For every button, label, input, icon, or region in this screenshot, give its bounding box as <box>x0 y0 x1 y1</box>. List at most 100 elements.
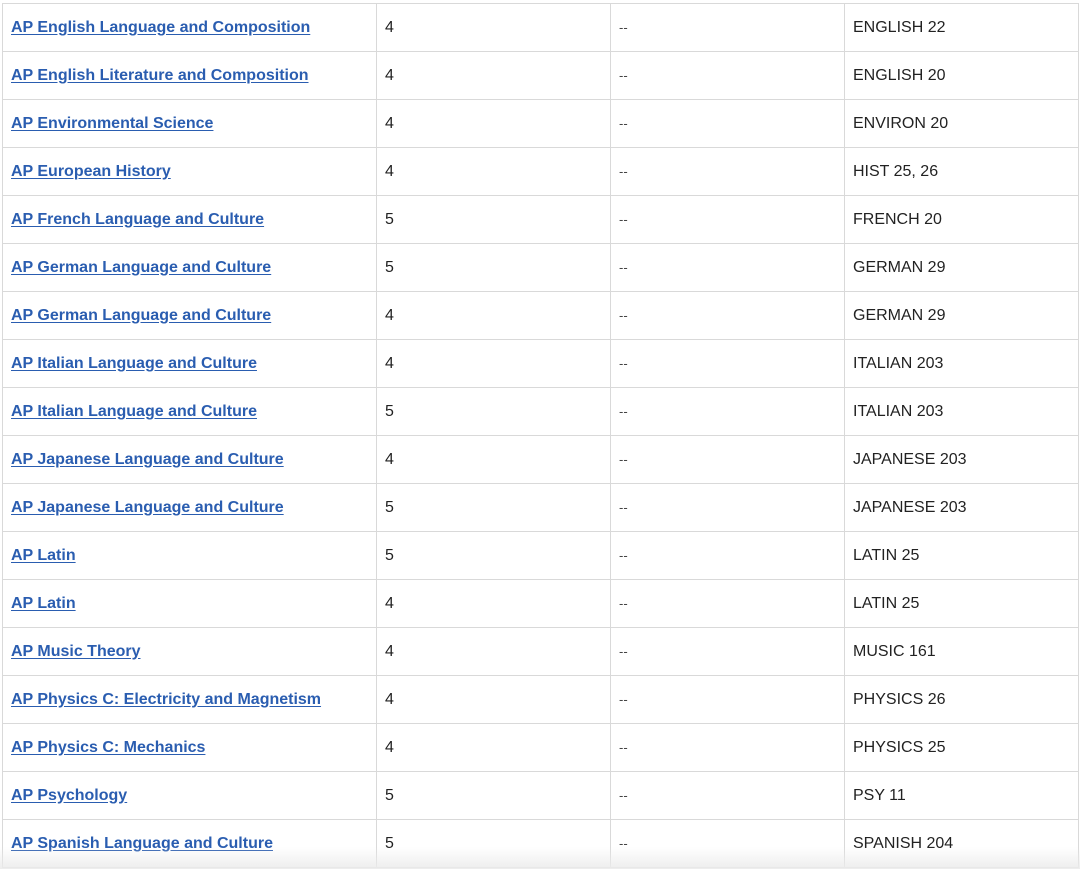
table-row: AP Physics C: Mechanics 4 -- PHYSICS 25 <box>2 723 1079 772</box>
course-equivalent-cell: ITALIAN 203 <box>844 339 1079 388</box>
units-cell: -- <box>610 339 845 388</box>
exam-link[interactable]: AP Physics C: Mechanics <box>11 739 205 756</box>
course-equivalent-cell: HIST 25, 26 <box>844 147 1079 196</box>
units-cell: -- <box>610 435 845 484</box>
exam-cell: AP German Language and Culture <box>2 243 377 292</box>
exam-link[interactable]: AP German Language and Culture <box>11 307 271 324</box>
table-row: AP Latin 5 -- LATIN 25 <box>2 531 1079 580</box>
exam-link[interactable]: AP Physics C: Electricity and Magnetism <box>11 691 321 708</box>
exam-cell: AP Spanish Language and Culture <box>2 819 377 868</box>
exam-link[interactable]: AP Italian Language and Culture <box>11 355 257 372</box>
table-row: AP French Language and Culture 5 -- FRENCH … <box>2 195 1079 244</box>
exam-cell: AP Italian Language and Culture <box>2 339 377 388</box>
course-equivalent-cell: ENGLISH 22 <box>844 3 1079 52</box>
course-equivalent-cell: LATIN 25 <box>844 531 1079 580</box>
exam-link[interactable]: AP Latin <box>11 595 76 612</box>
exam-link[interactable]: AP Italian Language and Culture <box>11 403 257 420</box>
exam-cell: AP Psychology <box>2 771 377 820</box>
units-cell: -- <box>610 3 845 52</box>
exam-link[interactable]: AP Japanese Language and Culture <box>11 451 284 468</box>
units-cell: -- <box>610 675 845 724</box>
units-cell: -- <box>610 291 845 340</box>
course-equivalent-cell: FRENCH 20 <box>844 195 1079 244</box>
exam-cell: AP French Language and Culture <box>2 195 377 244</box>
exam-cell: AP European History <box>2 147 377 196</box>
score-cell: 5 <box>376 195 611 244</box>
ap-credit-table-container: AP English Language and Composition 4 -- EN… <box>0 0 1080 869</box>
exam-cell: AP Physics C: Mechanics <box>2 723 377 772</box>
exam-cell: AP Italian Language and Culture <box>2 387 377 436</box>
exam-link[interactable]: AP European History <box>11 163 171 180</box>
score-cell: 4 <box>376 147 611 196</box>
course-equivalent-cell: GERMAN 29 <box>844 243 1079 292</box>
exam-link[interactable]: AP Environmental Science <box>11 115 213 132</box>
score-cell: 5 <box>376 483 611 532</box>
course-equivalent-cell: PHYSICS 26 <box>844 675 1079 724</box>
exam-cell: AP Japanese Language and Culture <box>2 483 377 532</box>
exam-link[interactable]: AP Spanish Language and Culture <box>11 835 273 852</box>
table-row: AP Latin 4 -- LATIN 25 <box>2 579 1079 628</box>
table-row: AP Japanese Language and Culture 4 -- JAPAN… <box>2 435 1079 484</box>
exam-cell: AP Japanese Language and Culture <box>2 435 377 484</box>
exam-link[interactable]: AP French Language and Culture <box>11 211 264 228</box>
score-cell: 4 <box>376 723 611 772</box>
exam-link[interactable]: AP Psychology <box>11 787 127 804</box>
course-equivalent-cell: LATIN 25 <box>844 579 1079 628</box>
score-cell: 4 <box>376 339 611 388</box>
score-cell: 5 <box>376 819 611 868</box>
exam-link[interactable]: AP Music Theory <box>11 643 141 660</box>
units-cell: -- <box>610 51 845 100</box>
exam-cell: AP Music Theory <box>2 627 377 676</box>
score-cell: 4 <box>376 435 611 484</box>
exam-cell: AP Latin <box>2 531 377 580</box>
score-cell: 4 <box>376 99 611 148</box>
table-row: AP Physics C: Electricity and Magnetism 4… <box>2 675 1079 724</box>
exam-cell: AP Latin <box>2 579 377 628</box>
table-row: AP European History 4 -- HIST 25, 26 <box>2 147 1079 196</box>
course-equivalent-cell: MUSIC 161 <box>844 627 1079 676</box>
score-cell: 4 <box>376 627 611 676</box>
score-cell: 4 <box>376 579 611 628</box>
score-cell: 5 <box>376 243 611 292</box>
units-cell: -- <box>610 99 845 148</box>
units-cell: -- <box>610 771 845 820</box>
exam-link[interactable]: AP English Language and Composition <box>11 19 310 36</box>
score-cell: 4 <box>376 291 611 340</box>
table-row: AP Italian Language and Culture 5 -- ITALIA… <box>2 387 1079 436</box>
units-cell: -- <box>610 483 845 532</box>
course-equivalent-cell: SPANISH 204 <box>844 819 1079 868</box>
exam-cell: AP English Literature and Composition <box>2 51 377 100</box>
exam-link[interactable]: AP Latin <box>11 547 76 564</box>
units-cell: -- <box>610 579 845 628</box>
units-cell: -- <box>610 387 845 436</box>
course-equivalent-cell: JAPANESE 203 <box>844 483 1079 532</box>
course-equivalent-cell: ENVIRON 20 <box>844 99 1079 148</box>
score-cell: 4 <box>376 51 611 100</box>
units-cell: -- <box>610 819 845 868</box>
exam-link[interactable]: AP Japanese Language and Culture <box>11 499 284 516</box>
score-cell: 5 <box>376 387 611 436</box>
table-row: AP Music Theory 4 -- MUSIC 161 <box>2 627 1079 676</box>
course-equivalent-cell: PSY 11 <box>844 771 1079 820</box>
units-cell: -- <box>610 627 845 676</box>
exam-cell: AP Physics C: Electricity and Magnetism <box>2 675 377 724</box>
table-row: AP Italian Language and Culture 4 -- ITALIA… <box>2 339 1079 388</box>
course-equivalent-cell: ENGLISH 20 <box>844 51 1079 100</box>
course-equivalent-cell: JAPANESE 203 <box>844 435 1079 484</box>
table-body: AP English Language and Composition 4 -- EN… <box>2 3 1079 868</box>
exam-link[interactable]: AP English Literature and Composition <box>11 67 309 84</box>
table-row: AP Spanish Language and Culture 5 -- SPANIS… <box>2 819 1079 868</box>
exam-cell: AP English Language and Composition <box>2 3 377 52</box>
course-equivalent-cell: PHYSICS 25 <box>844 723 1079 772</box>
table-row: AP Environmental Science 4 -- ENVIRON 20 <box>2 99 1079 148</box>
units-cell: -- <box>610 147 845 196</box>
score-cell: 5 <box>376 771 611 820</box>
table-row: AP Japanese Language and Culture 5 -- JAPAN… <box>2 483 1079 532</box>
ap-credit-table: AP English Language and Composition 4 -- EN… <box>2 3 1079 868</box>
exam-cell: AP Environmental Science <box>2 99 377 148</box>
course-equivalent-cell: GERMAN 29 <box>844 291 1079 340</box>
table-row: AP English Language and Composition 4 -- EN… <box>2 3 1079 52</box>
exam-cell: AP German Language and Culture <box>2 291 377 340</box>
exam-link[interactable]: AP German Language and Culture <box>11 259 271 276</box>
units-cell: -- <box>610 243 845 292</box>
